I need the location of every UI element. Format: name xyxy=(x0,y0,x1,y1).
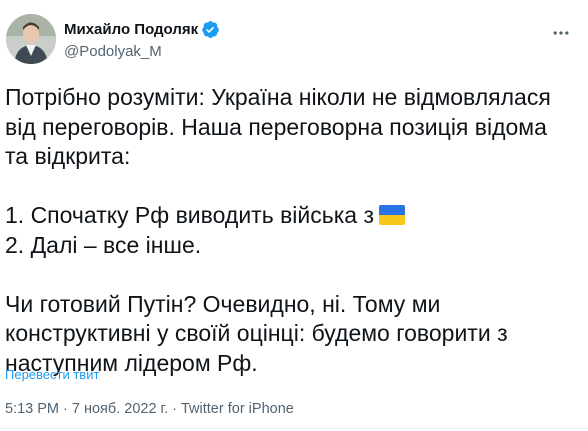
tweet-list-item-2: 2. Далі – все інше. xyxy=(5,231,202,258)
name-line: Михайло Подоляк xyxy=(64,19,220,39)
more-options-icon[interactable] xyxy=(548,20,574,46)
author-block: Михайло Подоляк @Podolyak_M xyxy=(64,19,220,60)
ukraine-flag-icon xyxy=(379,205,406,225)
tweet-line: Чи готовий Путін? Очевидно, ні. Тому ми xyxy=(5,290,441,317)
tweet-line: від переговорів. Наша переговорна позиці… xyxy=(5,113,547,140)
tweet-time[interactable]: 5:13 PM xyxy=(5,401,59,417)
tweet-line: Потрібно розуміти: Україна ніколи не від… xyxy=(5,84,551,110)
verified-badge-icon xyxy=(201,20,220,39)
tweet-list-item-1-text: 1. Спочатку Рф виводить війська з xyxy=(5,202,375,228)
tweet-date[interactable]: 7 нояб. 2022 г. xyxy=(72,401,168,417)
meta-separator: · xyxy=(59,401,72,417)
meta-separator: · xyxy=(168,401,181,417)
tweet-line: конструктивні у своїй оцінці: будемо гов… xyxy=(5,320,508,346)
tweet-list-item-1: 1. Спочатку Рф виводить війська з xyxy=(5,201,583,231)
tweet-source[interactable]: Twitter for iPhone xyxy=(181,401,294,417)
avatar[interactable] xyxy=(6,14,56,64)
tweet-card: Михайло Подоляк @Podolyak_M Потрібно роз… xyxy=(0,0,588,431)
tweet-line: та відкрита: xyxy=(5,143,131,169)
tweet-meta: 5:13 PM · 7 нояб. 2022 г. · Twitter for … xyxy=(5,401,294,417)
translate-tweet-link[interactable]: Перевести твит xyxy=(5,367,99,382)
author-handle[interactable]: @Podolyak_M xyxy=(64,43,220,60)
author-name[interactable]: Михайло Подоляк xyxy=(64,21,198,38)
tweet-text: Потрібно розуміти: Україна ніколи не від… xyxy=(5,83,583,378)
tweet-header: Михайло Подоляк @Podolyak_M xyxy=(6,14,582,66)
divider xyxy=(0,428,588,429)
